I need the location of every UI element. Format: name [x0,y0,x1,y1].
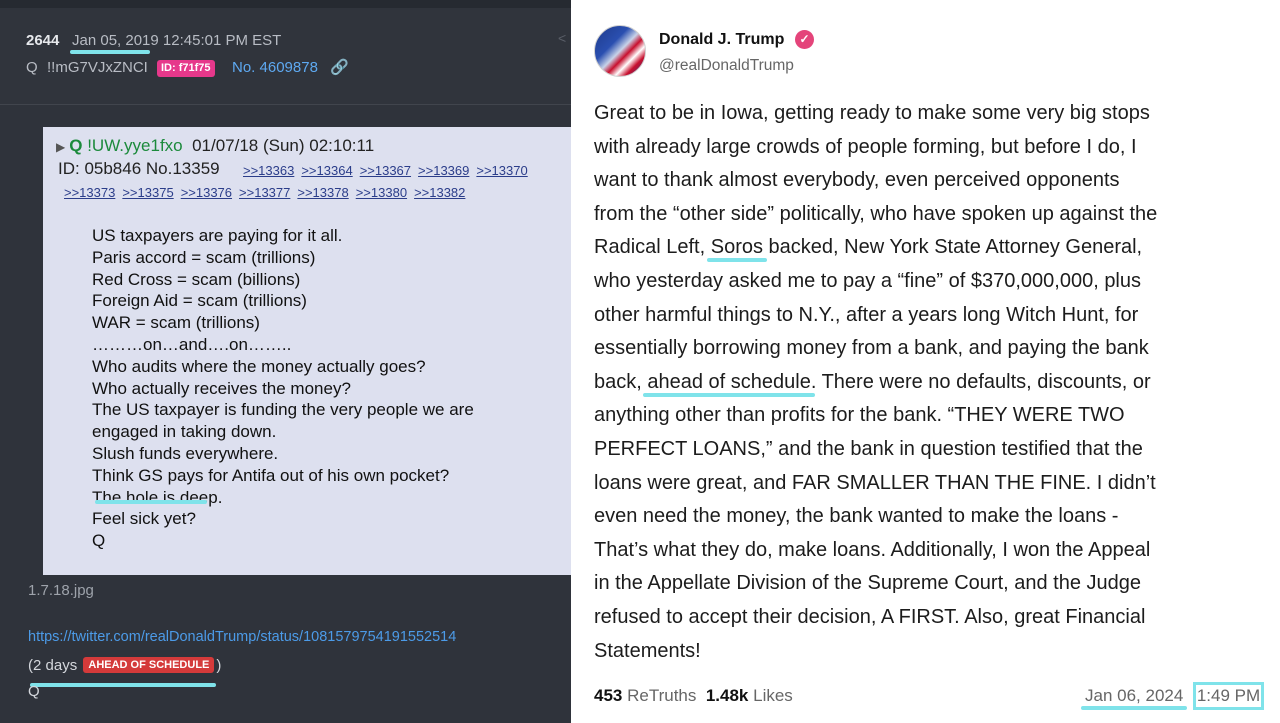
highlighted-phrase: ahead of schedule [647,370,811,393]
poster-tripcode: !!mG7VJxZNCI [47,59,148,76]
post-date: Jan 06, 2024 [1080,686,1188,710]
quoted-line: Q [92,531,106,551]
reply-link[interactable]: >>13376 [181,185,232,200]
post-line: loans were great, and FAR SMALLER THAN T… [594,471,1156,494]
days-note: (2 days AHEAD OF SCHEDULE) [28,657,221,674]
verified-badge-icon: ✓ [795,30,814,49]
reply-refs-line2: >>13373 >>13375 >>13376 >>13377 >>13378 >>133… [64,185,472,200]
post-line: even need the money, the bank wanted to … [594,505,1119,528]
post-header [0,8,571,105]
post-line: anything other than profits for the bank… [594,404,1125,427]
post-line: Great to be in Iowa, getting ready to ma… [594,102,1150,124]
post-line: who yesterday asked me to pay a “fine” o… [594,269,1142,292]
post-time: 1:49 PM [1193,682,1264,710]
quoted-header: ▶ Q !UW.yye1fxo 01/07/18 (Sun) 02:10:11 [56,136,374,156]
quoted-line: ………on…and….on…….. [92,334,292,354]
post-line: other harmful things to N.Y., after a ye… [594,303,1139,326]
likes-label[interactable]: Likes [753,686,793,705]
post-line: essentially borrowing money from a bank,… [594,337,1149,360]
date-underline [70,50,150,54]
quoted-line: Red Cross = scam (billions) [92,269,301,289]
quoted-line-highlighted: Think GS pays for Antifa out of his own … [92,465,450,485]
highlighted-phrase: Soros [710,236,763,259]
post-line: from the “other side” politically, who h… [594,202,1158,225]
post-line: in the Appellate Division of the Supreme… [594,572,1142,595]
post-line: back, ahead of schedule. There were no d… [594,370,1151,393]
quoted-line: Paris accord = scam (trillions) [92,247,316,267]
post-line: Radical Left, Soros backed, New York Sta… [594,236,1143,259]
engagement-stats: 453 ReTruths 1.48k Likes [594,686,793,706]
post-line: refused to accept their decision, A FIRS… [594,605,1146,628]
ahead-underline [30,683,216,687]
reply-refs-line1: >>13363 >>13364 >>13367 >>13369 >>13370 [243,163,535,178]
quoted-tripcode: !UW.yye1fxo [87,136,183,155]
days-prefix: (2 days [28,657,78,674]
twitter-link[interactable]: https://twitter.com/realDonaldTrump/stat… [28,629,456,645]
id-badge[interactable]: ID: f71f75 [157,60,215,77]
days-suffix: ) [216,657,222,674]
display-name[interactable]: Donald J. Trump [659,31,784,49]
reply-link[interactable]: >>13370 [476,163,527,178]
reply-link[interactable]: >>13373 [64,185,115,200]
attachment-filename[interactable]: 1.7.18.jpg [28,582,94,599]
post-line: with already large crowds of people form… [594,135,1137,158]
quoted-name: Q [69,136,83,155]
ahead-of-schedule-badge: AHEAD OF SCHEDULE [83,657,215,673]
quoted-datetime: 01/07/18 (Sun) 02:10:11 [192,136,375,155]
post-number[interactable]: 2644 [26,32,59,49]
quoted-line: Foreign Aid = scam (trillions) [92,291,307,311]
reply-link[interactable]: >>13382 [414,185,465,200]
poster-name: Q [26,59,38,76]
post-signature: Q [28,683,40,700]
quoted-id-line: ID: 05b846 No.13359 [58,159,220,178]
quoted-line: engaged in taking down. [92,422,277,442]
reply-link[interactable]: >>13369 [418,163,469,178]
quoted-post: ▶ Q !UW.yye1fxo 01/07/18 (Sun) 02:10:11 I… [43,127,571,575]
likes-count[interactable]: 1.48k [706,686,749,705]
reply-link[interactable]: >>13363 [243,163,294,178]
share-icon[interactable]: < [558,30,566,46]
reply-link[interactable]: >>13377 [239,185,290,200]
post-line: Statements! [594,639,701,662]
quoted-line: The US taxpayer is funding the very peop… [92,400,474,420]
retruths-count[interactable]: 453 [594,686,622,705]
post-timestamp: Jan 05, 2019 12:45:01 PM EST [72,32,282,49]
user-handle[interactable]: @realDonaldTrump [659,57,794,75]
post-no-link[interactable]: No. 4609878 [232,59,318,76]
top-strip [0,0,571,8]
quoted-line: WAR = scam (trillions) [92,313,260,333]
expand-triangle-icon[interactable]: ▶ [56,140,65,154]
post-line: want to thank almost everybody, even per… [594,169,1120,192]
truth-social-post-panel: Donald J. Trump ✓ @realDonaldTrump Great… [571,0,1280,723]
post-body: Great to be in Iowa, getting ready to ma… [594,97,1274,668]
reply-link[interactable]: >>13367 [360,163,411,178]
retruths-label[interactable]: ReTruths [627,686,696,705]
quoted-line: The hole is deep. [92,487,223,507]
quoted-line: US taxpayers are paying for it all. [92,226,343,245]
reply-link[interactable]: >>13375 [122,185,173,200]
link-icon[interactable]: 🔗 [330,58,349,76]
reply-link[interactable]: >>13364 [301,163,352,178]
quoted-line: Who audits where the money actually goes… [92,356,426,376]
gs-underline [95,500,207,504]
reply-link[interactable]: >>13380 [356,185,407,200]
quoted-line: Who actually receives the money? [92,378,351,398]
quoted-line: Slush funds everywhere. [92,443,279,463]
imageboard-post-panel: 2644 Jan 05, 2019 12:45:01 PM EST Q !!mG… [0,0,571,723]
quoted-line: Feel sick yet? [92,509,196,529]
post-line: That’s what they do, make loans. Additio… [594,538,1151,561]
reply-link[interactable]: >>13378 [297,185,348,200]
post-line: PERFECT LOANS,” and the bank in question… [594,437,1143,460]
avatar[interactable] [594,25,646,77]
